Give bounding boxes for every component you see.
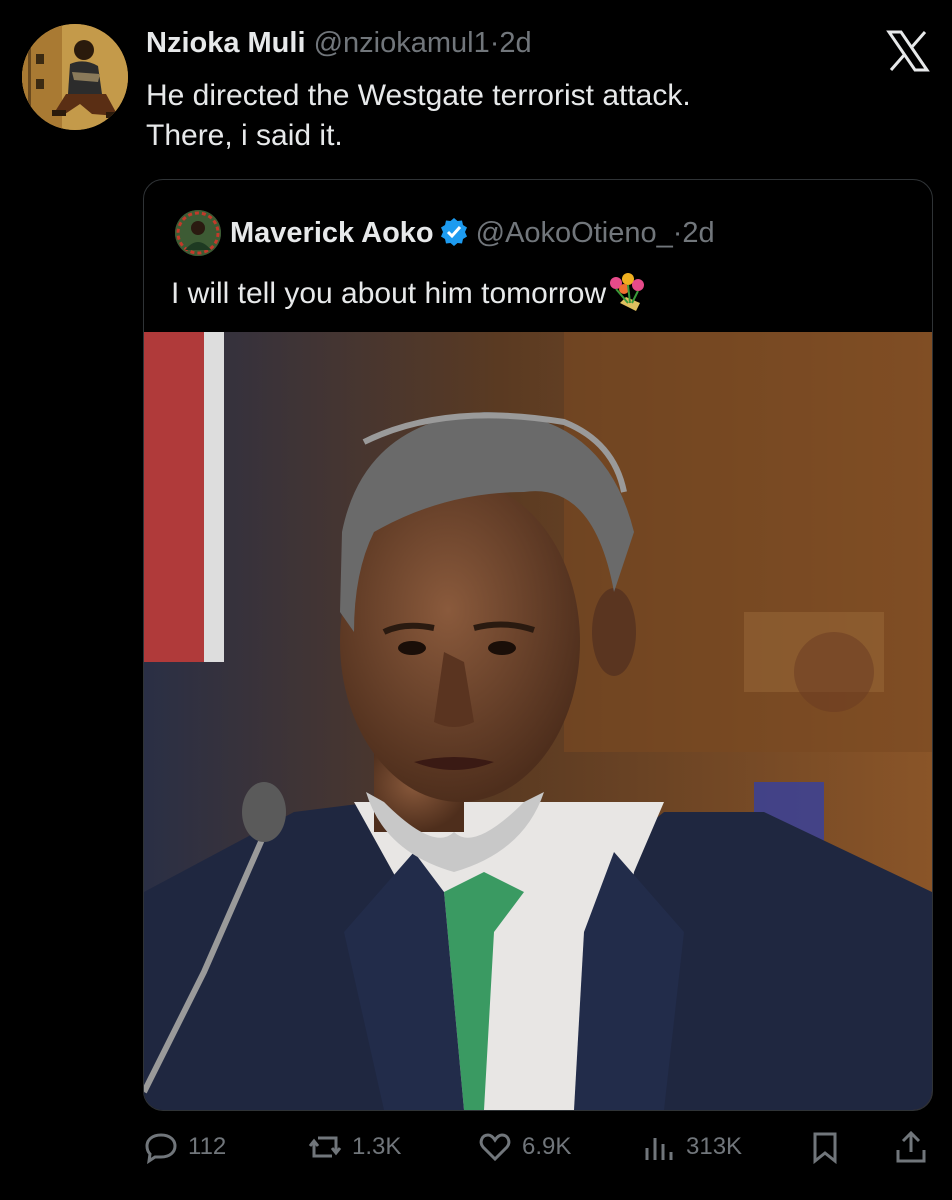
quoted-tweet[interactable]: Maverick Aoko @AokoOtieno_·2d I will tel…: [143, 179, 933, 1111]
reply-button[interactable]: 112: [144, 1130, 226, 1164]
like-icon: [479, 1133, 511, 1162]
author-name[interactable]: Nzioka Muli: [146, 27, 306, 59]
action-bar: 112 1.3K 6.9K 313K: [0, 1120, 952, 1176]
share-icon: [896, 1130, 926, 1163]
like-count: 6.9K: [522, 1133, 572, 1160]
repost-button[interactable]: 1.3K: [308, 1130, 401, 1164]
repost-count: 1.3K: [352, 1133, 402, 1160]
quote-header: Maverick Aoko @AokoOtieno_·2d: [230, 216, 715, 250]
quote-text-line: I will tell you about him tomorrow: [171, 273, 650, 314]
reply-icon: [145, 1133, 177, 1164]
like-button[interactable]: 6.9K: [478, 1130, 571, 1164]
tweet-text: He directed the Westgate terrorist attac…: [146, 76, 866, 156]
tweet-time[interactable]: 2d: [499, 27, 531, 59]
views-button[interactable]: 313K: [642, 1130, 742, 1164]
quote-author-name[interactable]: Maverick Aoko: [230, 217, 434, 249]
bookmark-icon: [813, 1132, 837, 1164]
share-button[interactable]: [894, 1130, 928, 1164]
separator-dot: ·: [672, 217, 683, 249]
views-icon: [645, 1138, 673, 1160]
author-avatar[interactable]: [22, 24, 128, 130]
tweet-text-line: He directed the Westgate terrorist attac…: [146, 79, 691, 112]
quote-author-handle[interactable]: @AokoOtieno_: [476, 217, 673, 249]
x-logo-icon[interactable]: [885, 28, 931, 74]
views-count: 313K: [686, 1133, 743, 1160]
quote-time[interactable]: 2d: [682, 217, 714, 249]
separator-dot: ·: [489, 27, 500, 59]
bookmark-button[interactable]: [808, 1130, 842, 1164]
reply-count: 112: [188, 1133, 227, 1160]
author-handle[interactable]: @nziokamul1: [314, 27, 490, 59]
repost-icon: [308, 1136, 342, 1158]
verified-badge-icon: [440, 218, 467, 246]
quote-author-avatar[interactable]: [175, 210, 221, 256]
tweet-header: Nzioka Muli @nziokamul1·2d: [146, 26, 532, 60]
bouquet-emoji: [610, 273, 645, 311]
quote-media-photo[interactable]: [144, 332, 932, 1110]
quote-text: I will tell you about him tomorrow: [171, 277, 607, 310]
tweet-text-line: There, i said it.: [146, 119, 343, 152]
